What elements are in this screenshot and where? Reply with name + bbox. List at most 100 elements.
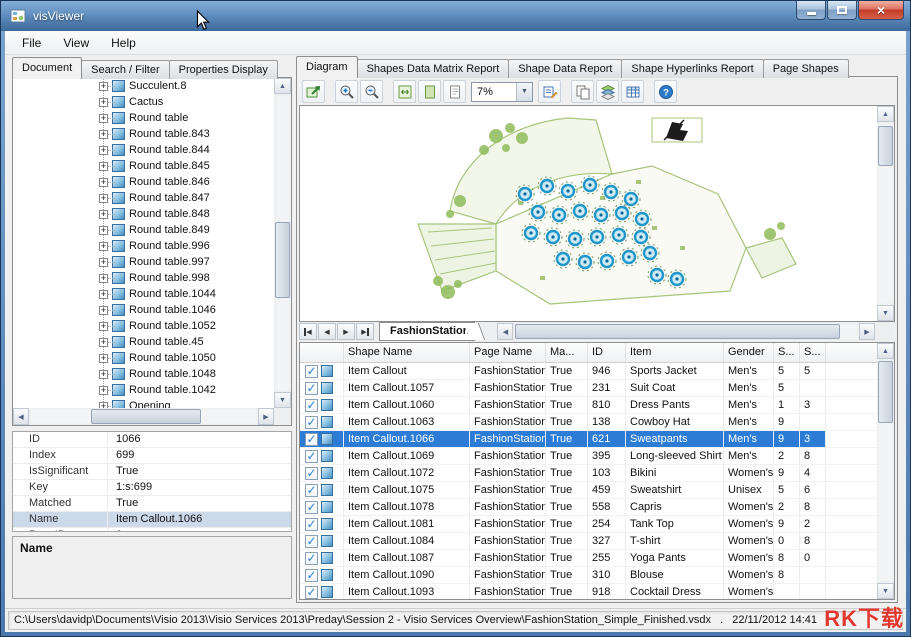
next-page-button[interactable]: ▶ bbox=[337, 323, 355, 340]
expand-plus-icon[interactable]: + bbox=[99, 242, 108, 251]
scroll-right-button[interactable]: ▶ bbox=[859, 323, 875, 340]
tree-item-round-table-1048[interactable]: +Round table.1048 bbox=[13, 366, 274, 382]
table-row[interactable]: ✓Item Callout.1066FashionStationTrue621S… bbox=[300, 431, 877, 448]
pages-hscroll[interactable]: ◀ ▶ bbox=[497, 323, 875, 340]
checkbox-checked[interactable]: ✓ bbox=[305, 586, 318, 599]
property-row-key[interactable]: Key1:s:699 bbox=[13, 480, 291, 496]
tab-page-shapes[interactable]: Page Shapes bbox=[763, 59, 849, 78]
column-header-id[interactable]: ID bbox=[588, 343, 626, 362]
close-button[interactable]: × bbox=[858, 1, 904, 20]
expand-plus-icon[interactable]: + bbox=[99, 386, 108, 395]
zoom-in-button[interactable] bbox=[335, 80, 358, 103]
table-vscroll-track[interactable] bbox=[877, 359, 894, 583]
tree-item-succulent-8[interactable]: +Succulent.8 bbox=[13, 78, 274, 94]
tree-item-round-table-844[interactable]: +Round table.844 bbox=[13, 142, 274, 158]
expand-plus-icon[interactable]: + bbox=[99, 194, 108, 203]
scroll-up-button[interactable]: ▲ bbox=[274, 78, 291, 94]
table-row[interactable]: ✓Item Callout.1063FashionStationTrue138C… bbox=[300, 414, 877, 431]
export-image-button[interactable] bbox=[302, 80, 325, 103]
column-header-item[interactable]: Item bbox=[626, 343, 724, 362]
table-row[interactable]: ✓Item Callout.1084FashionStationTrue327T… bbox=[300, 533, 877, 550]
diagram-vscroll[interactable]: ▲ ▼ bbox=[877, 106, 894, 321]
expand-plus-icon[interactable]: + bbox=[99, 146, 108, 155]
scroll-left-button[interactable]: ◀ bbox=[13, 408, 29, 425]
tree-item-round-table-847[interactable]: +Round table.847 bbox=[13, 190, 274, 206]
scroll-up-button[interactable]: ▲ bbox=[877, 106, 894, 122]
diagram-canvas[interactable] bbox=[300, 106, 877, 321]
last-page-button[interactable]: ▶ bbox=[356, 323, 374, 340]
property-row-id[interactable]: ID1066 bbox=[13, 432, 291, 448]
column-header-gender[interactable]: Gender bbox=[724, 343, 774, 362]
expand-plus-icon[interactable]: + bbox=[99, 162, 108, 171]
column-header-shape-name[interactable]: Shape Name bbox=[344, 343, 470, 362]
expand-plus-icon[interactable]: + bbox=[99, 226, 108, 235]
tree-item-round-table-1050[interactable]: +Round table.1050 bbox=[13, 350, 274, 366]
expand-plus-icon[interactable]: + bbox=[99, 338, 108, 347]
maximize-button[interactable] bbox=[827, 1, 857, 20]
table-row[interactable]: ✓Item Callout.1057FashionStationTrue231S… bbox=[300, 380, 877, 397]
diagram-vscroll-thumb[interactable] bbox=[878, 126, 893, 166]
tab-shape-data-report[interactable]: Shape Data Report bbox=[508, 59, 622, 78]
table-row[interactable]: ✓Item Callout.1060FashionStationTrue810D… bbox=[300, 397, 877, 414]
expand-plus-icon[interactable]: + bbox=[99, 402, 108, 409]
scroll-up-button[interactable]: ▲ bbox=[877, 343, 894, 359]
pages-hscroll-thumb[interactable] bbox=[515, 324, 840, 339]
checkbox-checked[interactable]: ✓ bbox=[305, 535, 318, 548]
zoom-select[interactable]: 7%▼ bbox=[471, 82, 533, 102]
tree-hscroll[interactable]: ◀ ▶ bbox=[13, 408, 274, 425]
tree-item-round-table-848[interactable]: +Round table.848 bbox=[13, 206, 274, 222]
page-tab-fashionstation[interactable]: FashionStation bbox=[379, 322, 475, 341]
table-row[interactable]: ✓Item Callout.1069FashionStationTrue395L… bbox=[300, 448, 877, 465]
tab-diagram[interactable]: Diagram bbox=[296, 56, 358, 78]
tree-vscroll-thumb[interactable] bbox=[275, 222, 290, 298]
property-row-issignificant[interactable]: IsSignificantTrue bbox=[13, 464, 291, 480]
tree-item-cactus[interactable]: +Cactus bbox=[13, 94, 274, 110]
tab-shape-hyperlinks-report[interactable]: Shape Hyperlinks Report bbox=[621, 59, 763, 78]
fit-page-button[interactable] bbox=[418, 80, 441, 103]
minimize-button[interactable] bbox=[796, 1, 826, 20]
checkbox-checked[interactable]: ✓ bbox=[305, 399, 318, 412]
checkbox-checked[interactable]: ✓ bbox=[305, 501, 318, 514]
column-header-s[interactable]: S... bbox=[800, 343, 826, 362]
tree-item-round-table-843[interactable]: +Round table.843 bbox=[13, 126, 274, 142]
property-row-index[interactable]: Index699 bbox=[13, 448, 291, 464]
expand-plus-icon[interactable]: + bbox=[99, 130, 108, 139]
tree-vscroll-track[interactable] bbox=[274, 94, 291, 392]
zoom-out-button[interactable] bbox=[360, 80, 383, 103]
expand-plus-icon[interactable]: + bbox=[99, 210, 108, 219]
expand-plus-icon[interactable]: + bbox=[99, 290, 108, 299]
tree-item-round-table-845[interactable]: +Round table.845 bbox=[13, 158, 274, 174]
table-row[interactable]: ✓Item Callout.1081FashionStationTrue254T… bbox=[300, 516, 877, 533]
menu-item-view[interactable]: View bbox=[52, 33, 100, 53]
tree-hscroll-track[interactable] bbox=[29, 408, 258, 425]
first-page-button[interactable]: ◀ bbox=[299, 323, 317, 340]
expand-plus-icon[interactable]: + bbox=[99, 322, 108, 331]
checkbox-checked[interactable]: ✓ bbox=[305, 416, 318, 429]
column-header-page-name[interactable]: Page Name bbox=[470, 343, 546, 362]
prev-page-button[interactable]: ◀ bbox=[318, 323, 336, 340]
table-vscroll[interactable]: ▲ ▼ bbox=[877, 343, 894, 599]
scroll-left-button[interactable]: ◀ bbox=[497, 323, 513, 340]
tree-item-round-table-849[interactable]: +Round table.849 bbox=[13, 222, 274, 238]
actual-size-button[interactable] bbox=[443, 80, 466, 103]
tab-properties-display[interactable]: Properties Display bbox=[169, 60, 278, 79]
table-row[interactable]: ✓Item Callout.1075FashionStationTrue459S… bbox=[300, 482, 877, 499]
menu-item-file[interactable]: File bbox=[11, 33, 52, 53]
table-row[interactable]: ✓Item Callout.1093FashionStationTrue918C… bbox=[300, 584, 877, 599]
help-button[interactable]: ? bbox=[654, 80, 677, 103]
pages-hscroll-track[interactable] bbox=[513, 323, 859, 340]
expand-plus-icon[interactable]: + bbox=[99, 82, 108, 91]
scroll-down-button[interactable]: ▼ bbox=[877, 583, 894, 599]
column-header-ma[interactable]: Ma... bbox=[546, 343, 588, 362]
checkbox-checked[interactable]: ✓ bbox=[305, 382, 318, 395]
checkbox-checked[interactable]: ✓ bbox=[305, 484, 318, 497]
tree-vscroll[interactable]: ▲ ▼ bbox=[274, 78, 291, 408]
expand-plus-icon[interactable]: + bbox=[99, 354, 108, 363]
tab-document[interactable]: Document bbox=[12, 57, 82, 79]
tree-item-round-table-1042[interactable]: +Round table.1042 bbox=[13, 382, 274, 398]
table-row[interactable]: ✓Item Callout.1090FashionStationTrue310B… bbox=[300, 567, 877, 584]
checkbox-checked[interactable]: ✓ bbox=[305, 450, 318, 463]
tree-item-round-table-996[interactable]: +Round table.996 bbox=[13, 238, 274, 254]
checkbox-checked[interactable]: ✓ bbox=[305, 569, 318, 582]
tree-item-round-table-998[interactable]: +Round table.998 bbox=[13, 270, 274, 286]
